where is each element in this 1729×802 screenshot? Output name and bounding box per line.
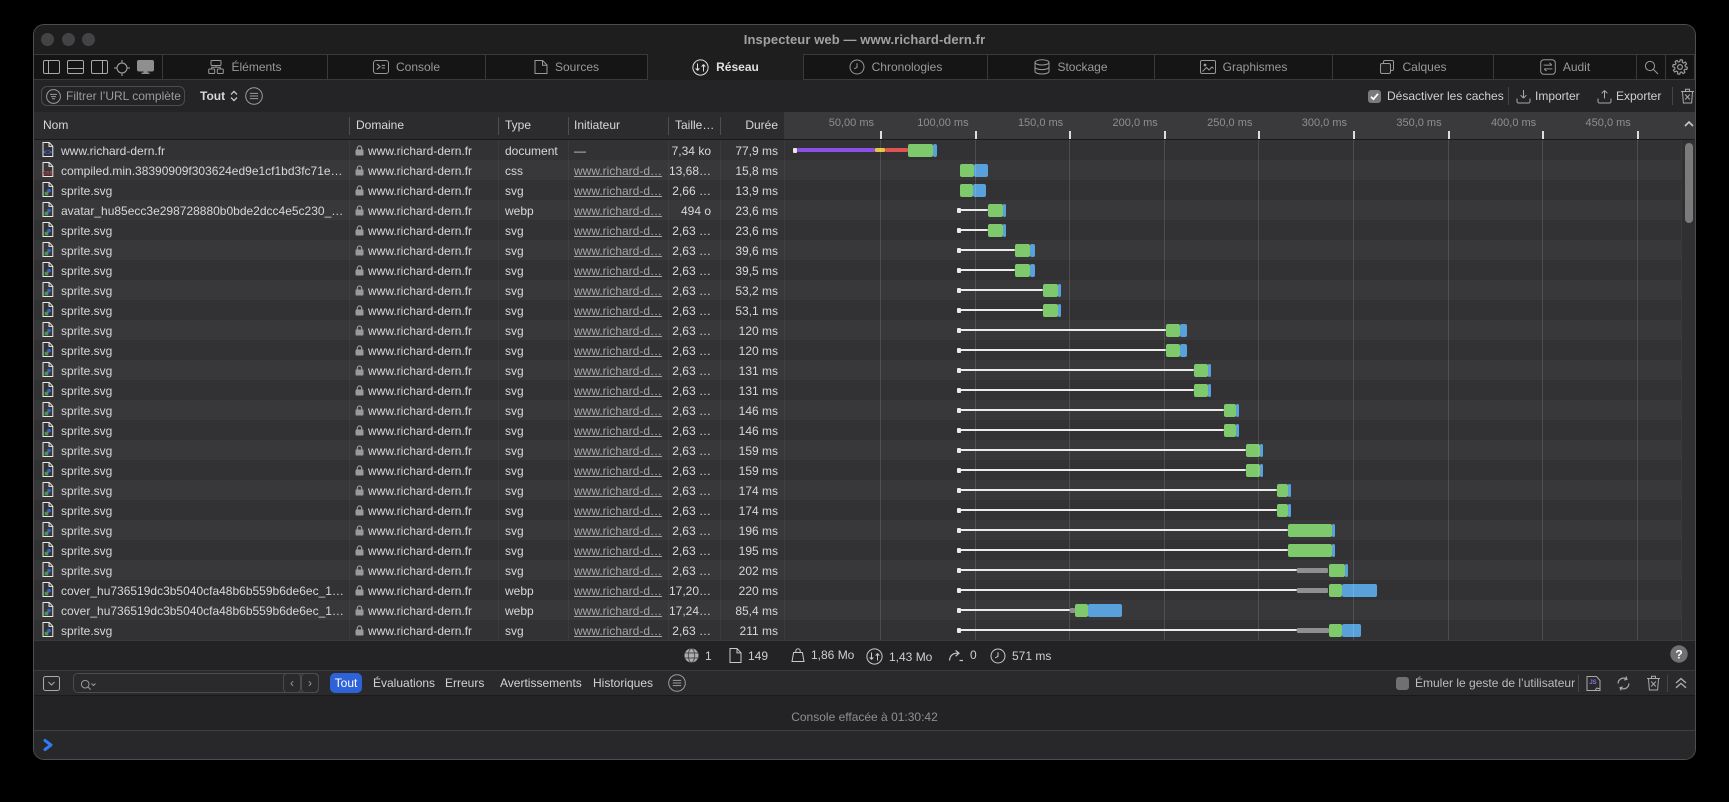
svg-text:JS: JS (1589, 680, 1596, 686)
svg-text:<>: <> (43, 147, 52, 156)
svg-text:css: css (43, 171, 54, 177)
svg-text:?: ? (1675, 647, 1682, 661)
